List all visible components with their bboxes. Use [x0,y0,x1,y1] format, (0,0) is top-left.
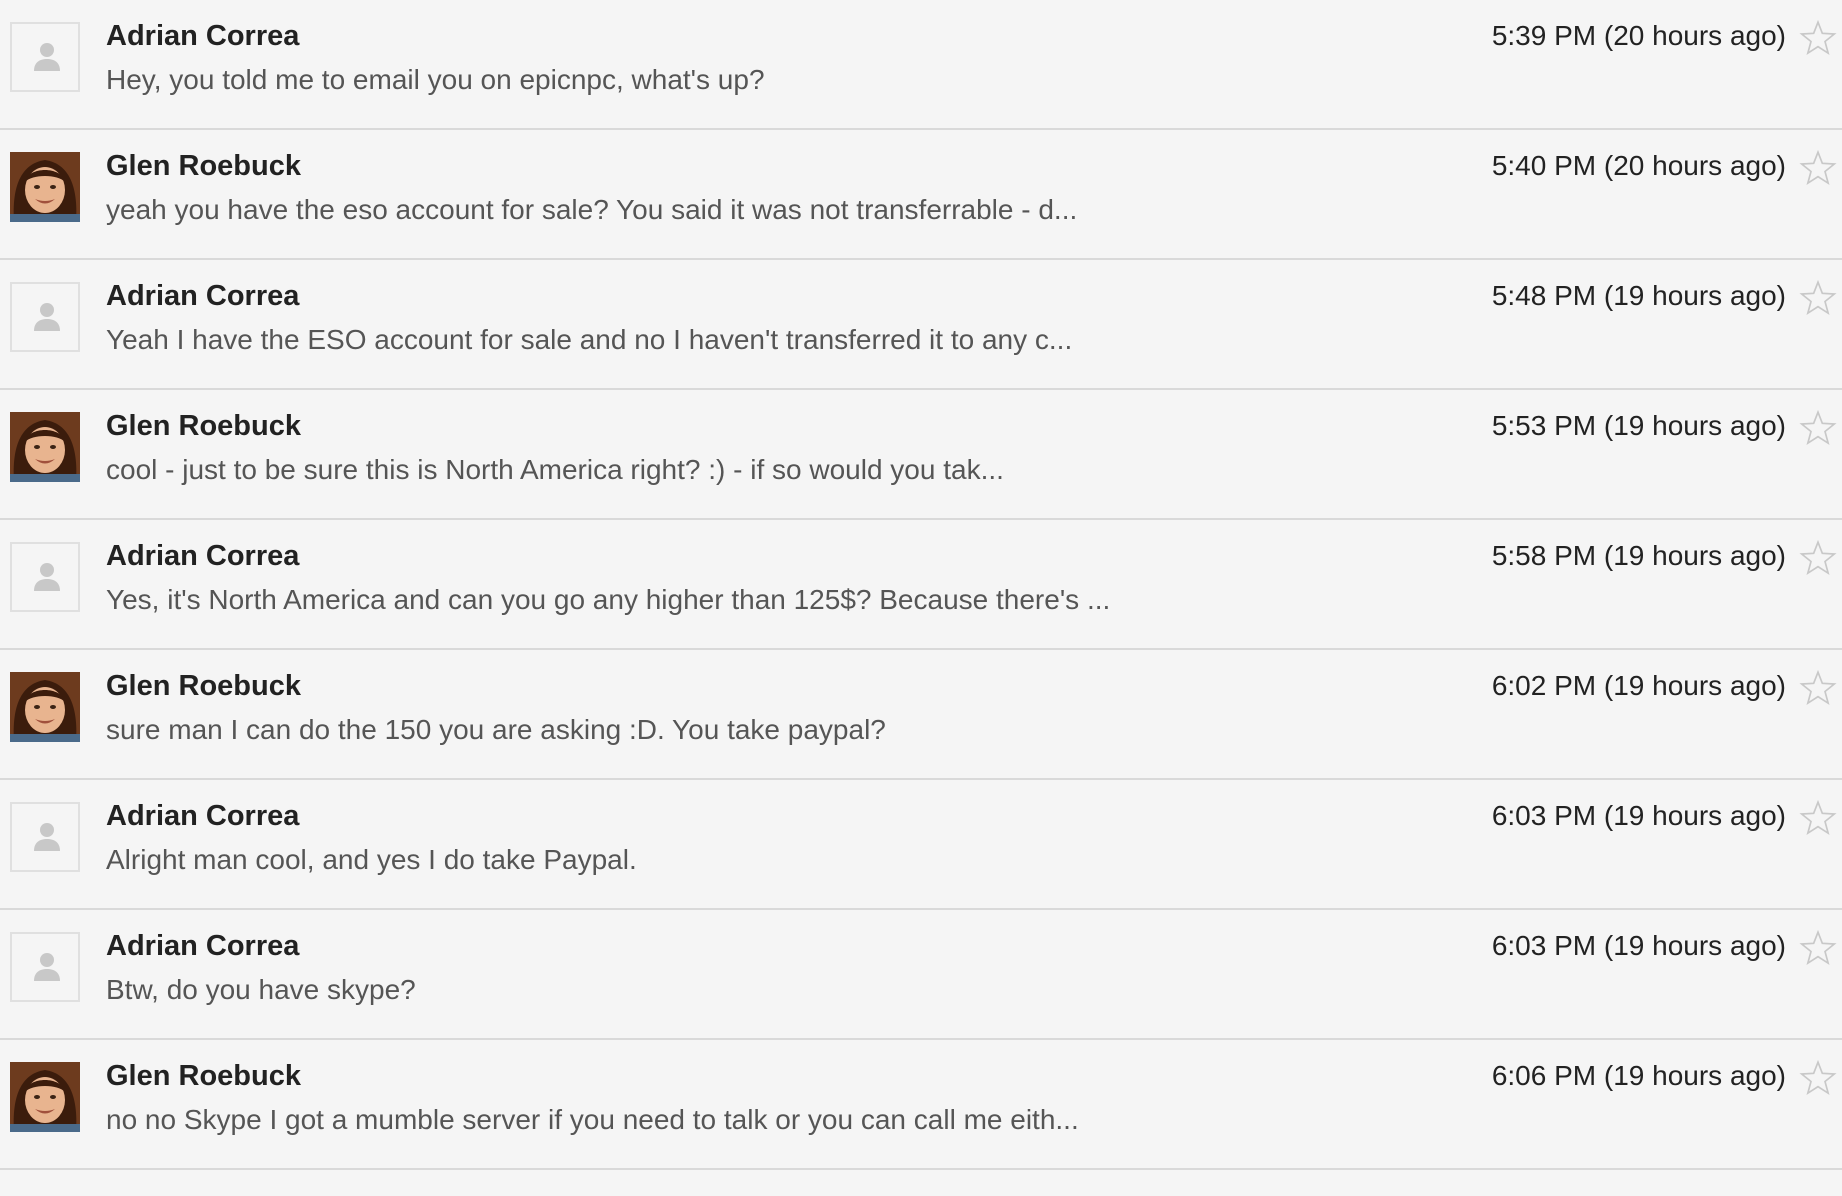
message-snippet: Yeah I have the ESO account for sale and… [106,324,1073,355]
message-snippet: Yes, it's North America and can you go a… [106,584,1111,615]
default-avatar-icon [10,282,80,352]
sender-name: Adrian Correa [106,280,300,312]
sender-name: Adrian Correa [106,930,300,962]
default-avatar-icon [10,22,80,92]
star-icon[interactable] [1798,668,1838,708]
message-row[interactable]: Adrian Correa Yes, it's North America and… [0,520,1842,650]
message-row[interactable]: Adrian Correa Yeah I have the ESO account… [0,260,1842,390]
star-icon[interactable] [1798,408,1838,448]
message-snippet: no no Skype I got a mumble server if you… [106,1104,1079,1135]
star-icon[interactable] [1798,1058,1838,1098]
message-snippet: cool - just to be sure this is North Ame… [106,454,1004,485]
message-snippet: Hey, you told me to email you on epicnpc… [106,64,765,95]
sender-name: Adrian Correa [106,540,300,572]
star-icon[interactable] [1798,798,1838,838]
message-snippet: yeah you have the eso account for sale? … [106,194,1078,225]
message-timestamp: 6:03 PM (19 hours ago) [1491,800,1786,831]
message-row[interactable]: Adrian Correa Hey, you told me to email y… [0,0,1842,130]
sender-name: Adrian Correa [106,20,300,52]
message-timestamp: 5:40 PM (20 hours ago) [1491,150,1786,181]
message-timestamp: 6:06 PM (19 hours ago) [1491,1060,1786,1091]
star-icon[interactable] [1798,928,1838,968]
star-icon[interactable] [1798,538,1838,578]
message-timestamp: 5:48 PM (19 hours ago) [1491,280,1786,311]
message-snippet: Alright man cool, and yes I do take Payp… [106,844,637,875]
default-avatar-icon [10,802,80,872]
default-avatar-icon [10,932,80,1002]
avatar-photo [10,672,80,742]
message-snippet: Btw, do you have skype? [106,974,416,1005]
message-row[interactable]: Adrian Correa Alright man cool, and yes I… [0,780,1842,910]
star-icon[interactable] [1798,278,1838,318]
sender-name: Adrian Correa [106,800,300,832]
message-timestamp: 5:53 PM (19 hours ago) [1491,410,1786,441]
email-thread: Adrian Correa Hey, you told me to email y… [0,0,1842,1170]
message-row[interactable]: Glen Roebuck yeah you have the eso accoun… [0,130,1842,260]
message-timestamp: 5:39 PM (20 hours ago) [1491,20,1786,51]
avatar-photo [10,152,80,222]
message-timestamp: 5:58 PM (19 hours ago) [1491,540,1786,571]
sender-name: Glen Roebuck [106,410,301,442]
sender-name: Glen Roebuck [106,670,301,702]
message-row[interactable]: Glen Roebuck no no Skype I got a mumble s… [0,1040,1842,1170]
sender-name: Glen Roebuck [106,150,301,182]
avatar-photo [10,1062,80,1132]
sender-name: Glen Roebuck [106,1060,301,1092]
message-timestamp: 6:03 PM (19 hours ago) [1491,930,1786,961]
default-avatar-icon [10,542,80,612]
message-snippet: sure man I can do the 150 you are asking… [106,714,886,745]
message-row[interactable]: Adrian Correa Btw, do you have skype? 6:03… [0,910,1842,1040]
star-icon[interactable] [1798,148,1838,188]
avatar-photo [10,412,80,482]
star-icon[interactable] [1798,18,1838,58]
message-row[interactable]: Glen Roebuck sure man I can do the 150 yo… [0,650,1842,780]
message-timestamp: 6:02 PM (19 hours ago) [1491,670,1786,701]
message-row[interactable]: Glen Roebuck cool - just to be sure this … [0,390,1842,520]
